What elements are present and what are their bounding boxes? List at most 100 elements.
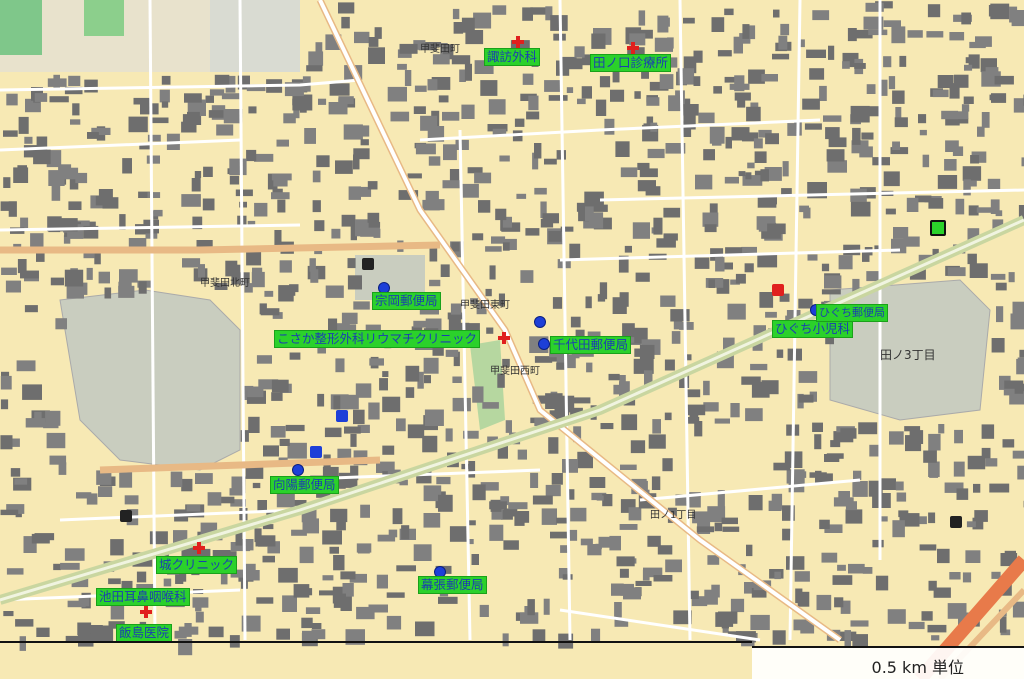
scale-bar: 0.5 km 単位 xyxy=(752,646,1024,679)
building xyxy=(981,112,990,128)
building xyxy=(534,143,542,159)
building xyxy=(639,168,658,178)
building xyxy=(653,575,673,582)
building xyxy=(642,569,650,581)
building xyxy=(492,5,507,15)
building xyxy=(151,117,169,124)
building xyxy=(759,292,774,308)
building xyxy=(110,539,124,556)
building xyxy=(1014,383,1024,392)
building xyxy=(195,600,202,612)
building xyxy=(356,543,372,553)
building xyxy=(15,619,34,627)
building xyxy=(50,277,64,286)
building xyxy=(324,427,342,438)
building xyxy=(423,513,441,528)
building xyxy=(308,51,324,66)
sakaki-cross-icon[interactable] xyxy=(193,542,205,554)
building xyxy=(1,267,17,275)
building xyxy=(325,285,344,298)
building xyxy=(472,386,484,403)
building xyxy=(659,74,674,89)
label-sakaki-clinic[interactable]: 城クリニック xyxy=(156,556,238,574)
building xyxy=(714,418,730,424)
building xyxy=(919,544,937,551)
building xyxy=(354,31,370,44)
building xyxy=(516,193,527,199)
building xyxy=(110,605,125,620)
building xyxy=(161,75,171,85)
building xyxy=(760,169,769,182)
bus-stop-icon[interactable] xyxy=(310,446,322,458)
building xyxy=(892,520,905,538)
building xyxy=(336,520,346,531)
gas-station-icon[interactable] xyxy=(772,284,784,296)
post-office-icon[interactable] xyxy=(538,338,550,350)
building xyxy=(181,194,201,207)
building xyxy=(455,139,469,150)
label-higuchi-pediatrics[interactable]: ひぐち小児科 xyxy=(772,320,854,338)
building xyxy=(251,271,265,288)
building xyxy=(953,461,965,477)
building xyxy=(947,267,966,277)
building xyxy=(703,380,710,396)
building xyxy=(795,588,803,604)
suwa-geka-cross-icon[interactable] xyxy=(512,36,524,48)
label-suwa-geka[interactable]: 諏訪外科 xyxy=(484,48,541,66)
building xyxy=(517,449,527,460)
building xyxy=(36,627,50,637)
building xyxy=(235,189,253,197)
building xyxy=(181,478,193,492)
building xyxy=(962,166,982,181)
building xyxy=(645,186,661,196)
label-post-office-5[interactable]: 幕張郵便局 xyxy=(418,576,487,594)
building xyxy=(305,607,321,614)
building xyxy=(306,65,323,72)
building xyxy=(954,74,969,88)
kosaka-cross-icon[interactable] xyxy=(498,332,510,344)
building xyxy=(937,548,950,564)
label-ikeda-ent[interactable]: 池田耳鼻咽喉科 xyxy=(96,588,190,606)
label-tanokuchi-clinic[interactable]: 田ノ口診療所 xyxy=(590,54,672,72)
building xyxy=(246,149,257,162)
convenience-store-icon[interactable] xyxy=(930,220,946,236)
shop-icon[interactable] xyxy=(950,516,962,528)
building xyxy=(899,55,907,67)
building xyxy=(941,110,959,120)
building xyxy=(138,281,147,294)
school-icon[interactable] xyxy=(362,258,374,270)
building xyxy=(278,567,298,583)
label-post-office-4[interactable]: 向陽郵便局 xyxy=(270,476,339,494)
building xyxy=(568,58,583,70)
building xyxy=(163,578,172,587)
map-canvas[interactable]: 諏訪外科 田ノ口診療所 こさか整形外科リウマチクリニック ひぐち小児科 城クリニ… xyxy=(0,0,1024,679)
green-field-1 xyxy=(0,0,42,55)
label-kosaka-clinic[interactable]: こさか整形外科リウマチクリニック xyxy=(274,330,481,348)
building xyxy=(124,495,139,505)
building xyxy=(276,139,289,147)
building xyxy=(551,473,563,485)
building xyxy=(823,115,842,122)
building xyxy=(379,378,388,391)
building xyxy=(6,93,18,106)
building xyxy=(264,290,274,297)
label-post-office-3[interactable]: ひぐち郵便局 xyxy=(816,304,888,322)
building xyxy=(683,17,695,24)
iijima-cross-icon[interactable] xyxy=(140,606,152,618)
building xyxy=(663,207,681,218)
building xyxy=(891,26,906,44)
post-office-icon[interactable] xyxy=(534,316,546,328)
building xyxy=(621,414,638,431)
label-post-office-2[interactable]: 千代田郵便局 xyxy=(550,336,632,354)
building xyxy=(526,111,540,120)
area-label: 甲斐田東町 xyxy=(460,300,510,311)
label-iijima-clinic[interactable]: 飯島医院 xyxy=(116,624,173,642)
building xyxy=(671,331,681,344)
tanokuchi-cross-icon[interactable] xyxy=(627,42,639,54)
label-post-office-1[interactable]: 宗岡郵便局 xyxy=(372,292,441,310)
building xyxy=(508,502,528,510)
building xyxy=(638,10,646,26)
shop-icon[interactable] xyxy=(120,510,132,522)
bus-stop-icon[interactable] xyxy=(336,410,348,422)
post-office-icon[interactable] xyxy=(292,464,304,476)
